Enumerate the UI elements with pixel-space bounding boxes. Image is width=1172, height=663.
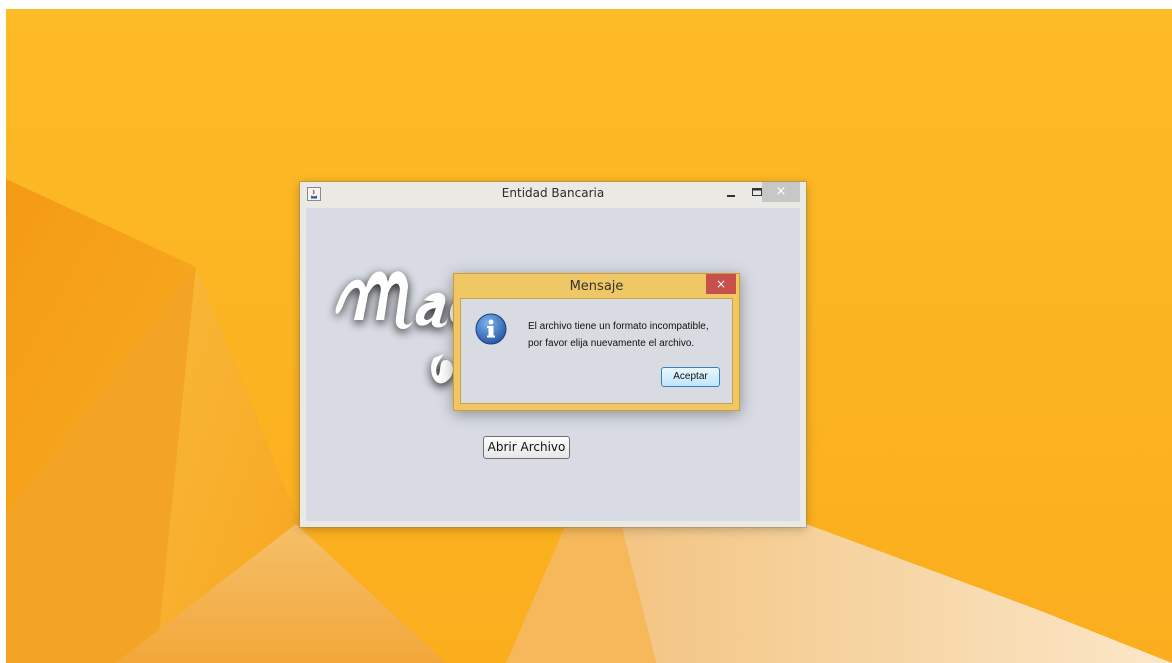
dialog-close-button[interactable]: × xyxy=(706,274,736,294)
minimize-button[interactable] xyxy=(718,184,744,202)
info-icon xyxy=(475,313,507,345)
dialog-title: Mensaje xyxy=(569,279,624,294)
open-file-button[interactable]: Abrir Archivo xyxy=(483,436,570,459)
main-titlebar[interactable]: Entidad Bancaria × xyxy=(300,182,806,207)
dialog-body: El archivo tiene un formato incompatible… xyxy=(460,298,733,404)
message-dialog: Mensaje × El archivo tiene un formato in… xyxy=(453,273,740,411)
minimize-icon xyxy=(727,195,735,197)
dialog-message-line-2: por favor elija nuevamente el archivo. xyxy=(528,338,695,349)
close-window-button[interactable]: × xyxy=(762,182,800,202)
accept-button[interactable]: Aceptar xyxy=(661,367,720,387)
dialog-message-line-1: El archivo tiene un formato incompatible… xyxy=(528,321,709,332)
